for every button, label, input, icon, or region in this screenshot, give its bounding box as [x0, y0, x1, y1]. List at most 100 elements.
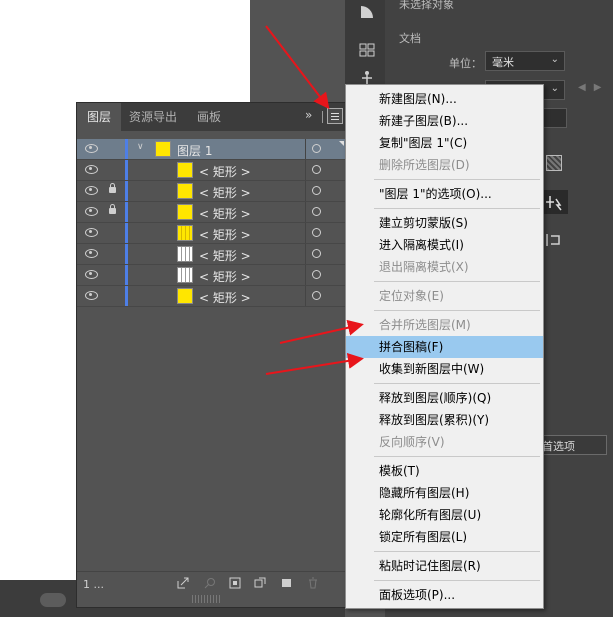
collapse-panel-icon[interactable]: »: [305, 108, 312, 122]
layer-name[interactable]: < 矩形 >: [199, 226, 251, 243]
menu-separator: [374, 383, 540, 384]
layer-color-bar: [125, 286, 128, 306]
target-circle-icon[interactable]: [312, 186, 321, 195]
menu-item[interactable]: 锁定所有图层(L): [346, 526, 543, 548]
menu-item[interactable]: 模板(T): [346, 460, 543, 482]
layer-name[interactable]: < 矩形 >: [199, 205, 251, 222]
menu-item[interactable]: 释放到图层(顺序)(Q): [346, 387, 543, 409]
new-sublayer-icon[interactable]: [254, 577, 266, 589]
sublayer-row[interactable]: < 矩形 >: [77, 265, 345, 286]
export-icon[interactable]: [177, 577, 189, 589]
layer-name[interactable]: < 矩形 >: [199, 163, 251, 180]
preferences-button[interactable]: 首选项: [535, 435, 607, 455]
delete-icon[interactable]: [307, 577, 319, 589]
target-circle-icon[interactable]: [312, 144, 321, 153]
menu-separator: [374, 179, 540, 180]
menu-item[interactable]: 拼合图稿(F): [346, 336, 543, 358]
target-circle-icon[interactable]: [312, 270, 321, 279]
layer-thumbnail: [177, 225, 193, 241]
menu-item[interactable]: 面板选项(P)...: [346, 584, 543, 606]
panel-menu-button[interactable]: [327, 108, 343, 124]
visibility-eye-icon[interactable]: [85, 228, 98, 237]
artboard-canvas[interactable]: [0, 0, 250, 102]
layer-thumbnail: [177, 246, 193, 262]
sublayer-row[interactable]: < 矩形 >: [77, 160, 345, 181]
grid-icon[interactable]: [359, 42, 375, 58]
layer-name[interactable]: < 矩形 >: [199, 184, 251, 201]
layer-name[interactable]: < 矩形 >: [199, 268, 251, 285]
target-circle-icon[interactable]: [312, 249, 321, 258]
target-circle-icon[interactable]: [312, 291, 321, 300]
layer-color-bar: [125, 244, 128, 264]
column-divider: [305, 223, 306, 243]
lock-icon[interactable]: [109, 183, 116, 193]
layer-color-bar: [125, 160, 128, 180]
tab-layers[interactable]: 图层: [77, 103, 122, 131]
menu-item[interactable]: "图层 1"的选项(O)...: [346, 183, 543, 205]
menu-item[interactable]: 轮廓化所有图层(U): [346, 504, 543, 526]
menu-item[interactable]: 收集到新图层中(W): [346, 358, 543, 380]
unit-value: 毫米: [492, 56, 514, 69]
visibility-eye-icon[interactable]: [85, 165, 98, 174]
document-section-label: 文档: [399, 32, 421, 45]
panel-tab-bar: 图层 资源导出 画板 »: [77, 103, 345, 131]
layer-name[interactable]: < 矩形 >: [199, 289, 251, 306]
layer-name[interactable]: 图层 1: [177, 142, 212, 159]
snap-icon[interactable]: [545, 232, 565, 248]
column-divider: [305, 139, 306, 159]
menu-item[interactable]: 新建图层(N)...: [346, 88, 543, 110]
layer-name[interactable]: < 矩形 >: [199, 247, 251, 264]
lock-icon[interactable]: [109, 204, 116, 214]
layer-color-bar: [125, 181, 128, 201]
column-divider: [305, 244, 306, 264]
resize-grip[interactable]: [192, 595, 222, 603]
sublayer-row[interactable]: < 矩形 >: [77, 202, 345, 223]
make-clipping-mask-icon[interactable]: [229, 577, 241, 589]
layer-thumbnail: [155, 141, 171, 157]
visibility-eye-icon[interactable]: [85, 249, 98, 258]
menu-item[interactable]: 释放到图层(累积)(Y): [346, 409, 543, 431]
target-circle-icon[interactable]: [312, 165, 321, 174]
artboard-nav-arrows[interactable]: ◀▶: [578, 82, 609, 93]
artboard-canvas-left[interactable]: [0, 102, 76, 580]
new-layer-icon[interactable]: [280, 577, 292, 589]
sublayer-row[interactable]: < 矩形 >: [77, 244, 345, 265]
visibility-eye-icon[interactable]: [85, 291, 98, 300]
sublayer-row[interactable]: < 矩形 >: [77, 223, 345, 244]
expand-toggle-icon[interactable]: ∨: [137, 142, 144, 152]
scrollbar-thumb[interactable]: [40, 593, 66, 607]
chevron-down-icon: ⌄: [550, 54, 559, 65]
tab-artboards[interactable]: 画板: [187, 103, 231, 131]
sublayer-row[interactable]: < 矩形 >: [77, 286, 345, 307]
menu-item[interactable]: 新建子图层(B)...: [346, 110, 543, 132]
target-circle-icon[interactable]: [312, 207, 321, 216]
sublayer-row[interactable]: < 矩形 >: [77, 181, 345, 202]
menu-item[interactable]: 隐藏所有图层(H): [346, 482, 543, 504]
layers-panel-menu: 新建图层(N)... 新建子图层(B)... 复制"图层 1"(C) 删除所选图层(D…: [345, 84, 544, 609]
menu-item[interactable]: 建立剪切蒙版(S): [346, 212, 543, 234]
shape-tool-icon[interactable]: [359, 4, 375, 20]
visibility-eye-icon[interactable]: [85, 144, 98, 153]
menu-separator: [374, 310, 540, 311]
column-divider: [305, 265, 306, 285]
menu-item[interactable]: 粘贴时记住图层(R): [346, 555, 543, 577]
layer-thumbnail: [177, 288, 193, 304]
locate-object-icon[interactable]: [204, 577, 216, 589]
layer-row-parent[interactable]: ∨ 图层 1: [77, 139, 345, 160]
menu-item[interactable]: 复制"图层 1"(C): [346, 132, 543, 154]
target-circle-icon[interactable]: [312, 228, 321, 237]
column-divider: [305, 202, 306, 222]
align-tool-icon[interactable]: [540, 190, 568, 214]
tab-asset-export[interactable]: 资源导出: [119, 103, 187, 131]
menu-separator: [374, 208, 540, 209]
transparency-grid-icon[interactable]: [546, 155, 562, 171]
layer-thumbnail: [177, 204, 193, 220]
menu-item[interactable]: 进入隔离模式(I): [346, 234, 543, 256]
column-divider: [305, 286, 306, 306]
visibility-eye-icon[interactable]: [85, 186, 98, 195]
visibility-eye-icon[interactable]: [85, 207, 98, 216]
visibility-eye-icon[interactable]: [85, 270, 98, 279]
layer-color-bar: [125, 139, 128, 159]
unit-select[interactable]: 毫米 ⌄: [485, 51, 565, 71]
layer-thumbnail: [177, 267, 193, 283]
